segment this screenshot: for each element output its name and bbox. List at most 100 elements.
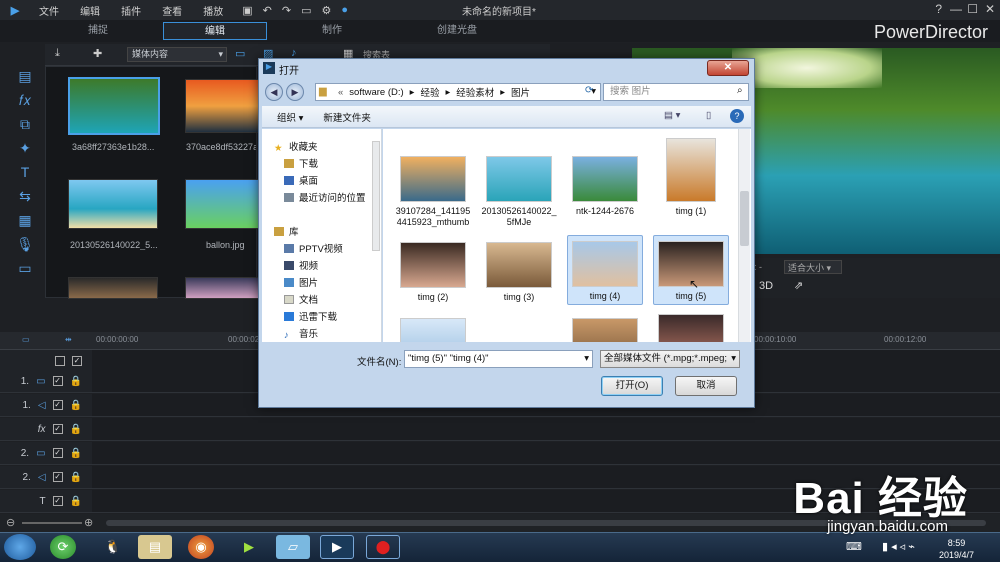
refresh-icon[interactable]: ⟳	[585, 85, 593, 96]
tab-capture[interactable]: 捕捉	[38, 22, 158, 40]
view-options-icon[interactable]: ▤ ▾	[664, 110, 680, 121]
nav-music[interactable]: ♪ 音乐	[284, 326, 318, 341]
microphone-icon[interactable]: 🎙	[15, 234, 35, 254]
file-item[interactable]: 39107284_1411954415923_mthumb	[395, 151, 471, 228]
tray-icons[interactable]: ▮ ◂ ◃ ⌁	[882, 540, 915, 553]
track-checkbox[interactable]: ✓	[52, 448, 63, 458]
nav-pictures[interactable]: 图片	[284, 275, 318, 289]
notes-icon[interactable]: ▱	[276, 535, 310, 559]
start-button[interactable]	[4, 534, 36, 560]
undock-icon[interactable]: ⇗	[794, 279, 803, 292]
track-checkbox[interactable]: ✓	[52, 472, 63, 482]
track-checkbox[interactable]: ✓	[52, 400, 63, 410]
file-item[interactable]: ntk-1244-2676	[567, 151, 643, 216]
breadcrumb-drive[interactable]: software (D:)	[349, 87, 403, 98]
scroll-thumb[interactable]	[740, 191, 749, 246]
zoom-slider[interactable]	[22, 522, 82, 524]
open-button[interactable]: 打开(O)	[601, 376, 663, 396]
import-icon[interactable]: ⤓	[55, 47, 60, 60]
file-item[interactable]: timg (1)	[653, 133, 729, 216]
nav-recent[interactable]: 最近访问的位置	[284, 190, 366, 204]
nav-documents[interactable]: 文档	[284, 292, 318, 306]
qq-icon[interactable]: 🐧	[96, 535, 130, 559]
back-button[interactable]: ◀	[265, 83, 283, 101]
record-icon[interactable]: ⬤	[366, 535, 400, 559]
breadcrumb-folder-2[interactable]: 经验素材	[456, 85, 494, 99]
master-checkbox[interactable]	[55, 356, 65, 366]
menu-plugins[interactable]: 插件	[121, 7, 141, 18]
track-checkbox[interactable]: ✓	[52, 496, 63, 506]
redo-icon[interactable]: ↷	[282, 4, 291, 17]
file-item-selected[interactable]: timg (4)	[567, 235, 643, 305]
powerdirector-taskbar-icon[interactable]: ▶	[320, 535, 354, 559]
filetype-select[interactable]: 全部媒体文件 (*.mpg;*.mpeg; ▾	[600, 350, 740, 368]
media-thumb-1[interactable]	[68, 77, 160, 135]
subtitle-icon[interactable]: ▭	[15, 258, 35, 278]
transition-icon[interactable]: ⇆	[15, 186, 35, 206]
lock-icon[interactable]: 🔒	[70, 400, 82, 411]
lock-icon[interactable]: 🔒	[70, 376, 82, 387]
nav-pptv[interactable]: PPTV视频	[284, 241, 343, 255]
track-checkbox[interactable]: ✓	[52, 424, 63, 434]
breadcrumb-folder-3[interactable]: 图片	[511, 85, 530, 99]
mode-3d-button[interactable]: 3D	[759, 280, 773, 292]
title-icon[interactable]: T	[15, 162, 35, 182]
file-item[interactable]	[395, 313, 471, 342]
preview-pane-icon[interactable]: ▯	[706, 110, 711, 121]
media-thumb-5[interactable]	[68, 277, 158, 299]
system-clock[interactable]: 8:59 2019/4/7	[939, 537, 974, 561]
media-filter-select[interactable]: 媒体内容 ▾	[127, 47, 227, 62]
file-item[interactable]	[653, 309, 729, 342]
file-grid-scrollbar[interactable]	[738, 129, 750, 342]
360-icon[interactable]: ⟳	[50, 535, 76, 559]
particle-icon[interactable]: ✦	[15, 138, 35, 158]
media-room-icon[interactable]: ▤	[15, 66, 35, 86]
help-button[interactable]: ?	[935, 2, 942, 16]
mix-icon[interactable]: ▦	[15, 210, 35, 230]
view-video-icon[interactable]: ▭	[235, 47, 245, 60]
address-bar[interactable]: ▆ « software (D:) ▸ 经验 ▸ 经验素材 ▸ 图片 ▾	[315, 83, 601, 101]
settings-icon[interactable]: ⚙	[322, 4, 332, 17]
maximize-button[interactable]: ☐	[967, 2, 978, 16]
menu-file[interactable]: 文件	[39, 7, 59, 18]
minimize-button[interactable]: —	[950, 2, 962, 16]
new-folder-button[interactable]: 新建文件夹	[323, 110, 371, 124]
close-button[interactable]: ✕	[985, 2, 995, 16]
nav-videos[interactable]: 视频	[284, 258, 318, 272]
firefox-icon[interactable]: ◉	[188, 535, 214, 559]
nav-favorites[interactable]: ★ 收藏夹	[274, 139, 318, 154]
zoom-in-icon[interactable]: ⊕	[84, 516, 93, 529]
storyboard-icon[interactable]: ⇹	[65, 335, 72, 344]
track-view-icon[interactable]: ▭	[22, 335, 30, 344]
menu-play[interactable]: 播放	[203, 7, 223, 18]
plugin-icon[interactable]: ✚	[93, 47, 102, 60]
file-item[interactable]: timg (2)	[395, 237, 471, 302]
media-thumb-4[interactable]	[185, 179, 261, 229]
pip-icon[interactable]: ⧉	[15, 114, 35, 134]
menu-edit[interactable]: 编辑	[80, 7, 100, 18]
menu-view[interactable]: 查看	[162, 7, 182, 18]
fx-icon[interactable]: 𝑓𝑥	[15, 90, 35, 110]
dialog-search-input[interactable]: 搜索 图片	[603, 83, 749, 101]
lock-icon[interactable]: 🔒	[70, 496, 82, 507]
forward-button[interactable]: ▶	[286, 83, 304, 101]
file-item-selected[interactable]: timg (5)	[653, 235, 729, 305]
dialog-close-button[interactable]: ✕	[707, 60, 749, 76]
media-player-icon[interactable]: ▶	[232, 535, 266, 559]
organize-button[interactable]: 组织 ▾	[277, 110, 303, 124]
explorer-icon[interactable]: ▤	[138, 535, 172, 559]
media-thumb-2[interactable]	[185, 79, 261, 133]
lock-icon[interactable]: 🔒	[70, 448, 82, 459]
master-enable-checkbox[interactable]: ✓	[72, 356, 82, 366]
filename-input[interactable]: "timg (5)" "timg (4)" ▾	[404, 350, 593, 368]
tab-edit[interactable]: 编辑	[163, 22, 267, 40]
save-icon[interactable]: ▣	[242, 4, 252, 17]
account-icon[interactable]: ●	[341, 4, 348, 16]
undo-icon[interactable]: ↶	[263, 4, 272, 17]
nav-thunder[interactable]: 迅雷下载	[284, 309, 337, 323]
nav-libraries[interactable]: 库	[274, 224, 299, 238]
media-thumb-6[interactable]	[185, 277, 261, 299]
cancel-button[interactable]: 取消	[675, 376, 737, 396]
nav-downloads[interactable]: 下载	[284, 156, 318, 170]
nav-scrollbar[interactable]	[372, 141, 380, 251]
